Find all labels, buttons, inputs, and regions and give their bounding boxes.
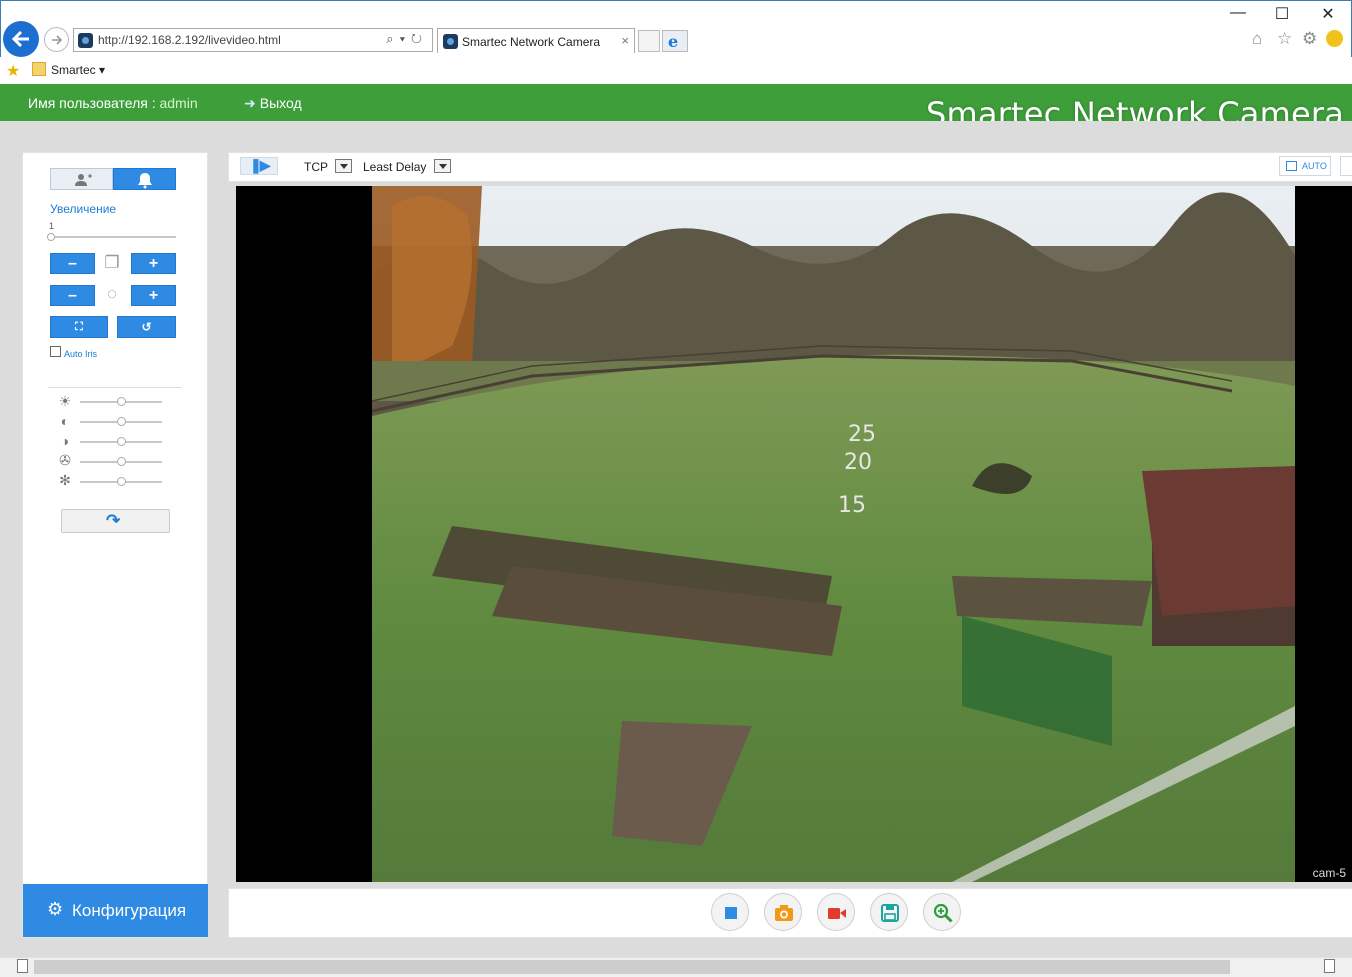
tab-ptz[interactable] <box>50 168 113 190</box>
favorites-bar <box>0 57 1352 84</box>
tab-image[interactable] <box>113 168 176 190</box>
tab-title: Smartec Network Camera <box>462 35 601 49</box>
svg-text:25: 25 <box>848 422 876 447</box>
save-icon <box>881 904 899 922</box>
scroll-left-button[interactable] <box>17 959 28 973</box>
record-button[interactable] <box>817 893 855 931</box>
focus-minus-button[interactable]: – <box>50 285 95 306</box>
zoom-icon <box>933 903 953 923</box>
auto-size-button[interactable]: AUTO <box>1279 156 1331 176</box>
zoom-slider-knob[interactable] <box>47 233 55 241</box>
camera-overlay-label: cam-5 <box>1312 866 1346 880</box>
address-bar[interactable]: http://192.168.2.192/livevideo.html ⌕▾↻ <box>73 28 433 52</box>
search-refresh-icons[interactable]: ⌕▾↻ <box>386 31 428 47</box>
hue-slider-knob[interactable] <box>117 457 126 466</box>
home-icon[interactable]: ⌂ <box>1252 29 1262 49</box>
zoom-value: 1 <box>49 221 55 231</box>
star-icon[interactable]: ☆ <box>1277 29 1292 49</box>
reset-image-button[interactable]: ↷ <box>61 509 170 533</box>
stop-button[interactable] <box>711 893 749 931</box>
focus-icon: ◌ <box>106 284 118 303</box>
stream-mode-dropdown[interactable] <box>434 159 451 173</box>
protocol-dropdown[interactable] <box>335 159 352 173</box>
record-icon <box>828 908 846 919</box>
new-tab-button[interactable] <box>638 30 660 52</box>
snapshot-icon <box>775 905 793 921</box>
favorites-item[interactable]: Smartec ▾ <box>51 63 105 77</box>
forward-button[interactable] <box>44 27 69 52</box>
svg-text:15: 15 <box>838 493 866 518</box>
auto-iris-label: Auto Iris <box>64 349 98 359</box>
save-button[interactable] <box>870 893 908 931</box>
lens-reset-button[interactable]: ↺ <box>117 316 176 338</box>
fit-window-icon <box>1286 161 1297 171</box>
auto-size-label: AUTO <box>1302 161 1327 171</box>
logout-link[interactable]: ➜ Выход <box>244 95 302 112</box>
contrast-slider-knob[interactable] <box>117 417 126 426</box>
gears-icon: ⚙ <box>47 899 64 919</box>
auto-iris-checkbox[interactable] <box>50 346 61 357</box>
favorites-folder-icon <box>32 62 46 76</box>
scroll-right-button[interactable] <box>1324 959 1335 973</box>
back-arrow-icon <box>11 30 29 48</box>
back-button[interactable] <box>3 21 39 57</box>
user-name: admin <box>159 95 198 111</box>
browser-tab[interactable]: Smartec Network Camera × <box>437 28 635 53</box>
play-icon: ❚▶ <box>250 157 270 173</box>
zoom-minus-button[interactable]: – <box>50 253 95 274</box>
user-info: Имя пользователя : admin <box>28 95 198 111</box>
scrollbar-thumb[interactable] <box>34 960 1230 974</box>
site-favicon-icon <box>78 33 93 48</box>
close-window-button[interactable]: ✕ <box>1313 4 1343 24</box>
zoom-plus-button[interactable]: + <box>131 253 176 274</box>
stream-mode-label: Least Delay <box>363 160 427 174</box>
smiley-icon[interactable] <box>1326 30 1343 47</box>
sharpness-slider-knob[interactable] <box>117 477 126 486</box>
ptz-person-icon <box>75 174 92 186</box>
logout-label: Выход <box>259 95 302 111</box>
configuration-button[interactable]: ⚙ Конфигурация <box>23 884 208 937</box>
camera-image: 25 20 15 <box>372 186 1295 882</box>
favorites-star-icon[interactable]: ★ <box>6 61 20 81</box>
zoom-label: Увеличение <box>50 202 117 216</box>
hue-icon: ✇ <box>59 452 71 468</box>
live-video[interactable]: 25 20 15 cam-5 <box>236 186 1352 882</box>
saturation-icon: ◑ <box>60 433 70 449</box>
zoom-window-icon: ❐ <box>104 253 120 272</box>
sharpness-icon: ✻ <box>59 472 71 488</box>
gear-icon[interactable]: ⚙ <box>1302 29 1317 49</box>
play-button[interactable]: ❚▶ <box>240 157 278 175</box>
saturation-slider-knob[interactable] <box>117 437 126 446</box>
bell-icon <box>138 173 152 189</box>
logout-arrow-icon: ➜ <box>244 95 256 111</box>
forward-arrow-icon <box>52 35 63 45</box>
panel-divider <box>48 387 182 388</box>
fullscreen-button[interactable] <box>1340 156 1352 176</box>
minimize-button[interactable]: — <box>1223 4 1253 22</box>
snapshot-button[interactable] <box>764 893 802 931</box>
brightness-slider-knob[interactable] <box>117 397 126 406</box>
user-prefix: Имя пользователя : <box>28 95 160 111</box>
maximize-button[interactable]: ☐ <box>1267 4 1297 24</box>
svg-text:20: 20 <box>844 450 872 475</box>
contrast-icon: ◐ <box>60 413 70 429</box>
zoom-slider[interactable] <box>50 236 176 238</box>
protocol-label: TCP <box>304 160 328 174</box>
sun-icon: ☀ <box>58 393 72 409</box>
address-text: http://192.168.2.192/livevideo.html <box>98 33 281 47</box>
digital-zoom-button[interactable] <box>923 893 961 931</box>
tab-close-icon[interactable]: × <box>621 33 629 48</box>
one-push-focus-button[interactable]: ⛶ <box>50 316 108 338</box>
redo-arrow-icon: ↷ <box>106 511 121 530</box>
configuration-label: Конфигурация <box>72 901 187 920</box>
focus-plus-button[interactable]: + <box>131 285 176 306</box>
tab-favicon-icon <box>443 34 458 49</box>
stop-icon <box>725 907 737 919</box>
ie-logo-icon: e <box>662 30 688 52</box>
